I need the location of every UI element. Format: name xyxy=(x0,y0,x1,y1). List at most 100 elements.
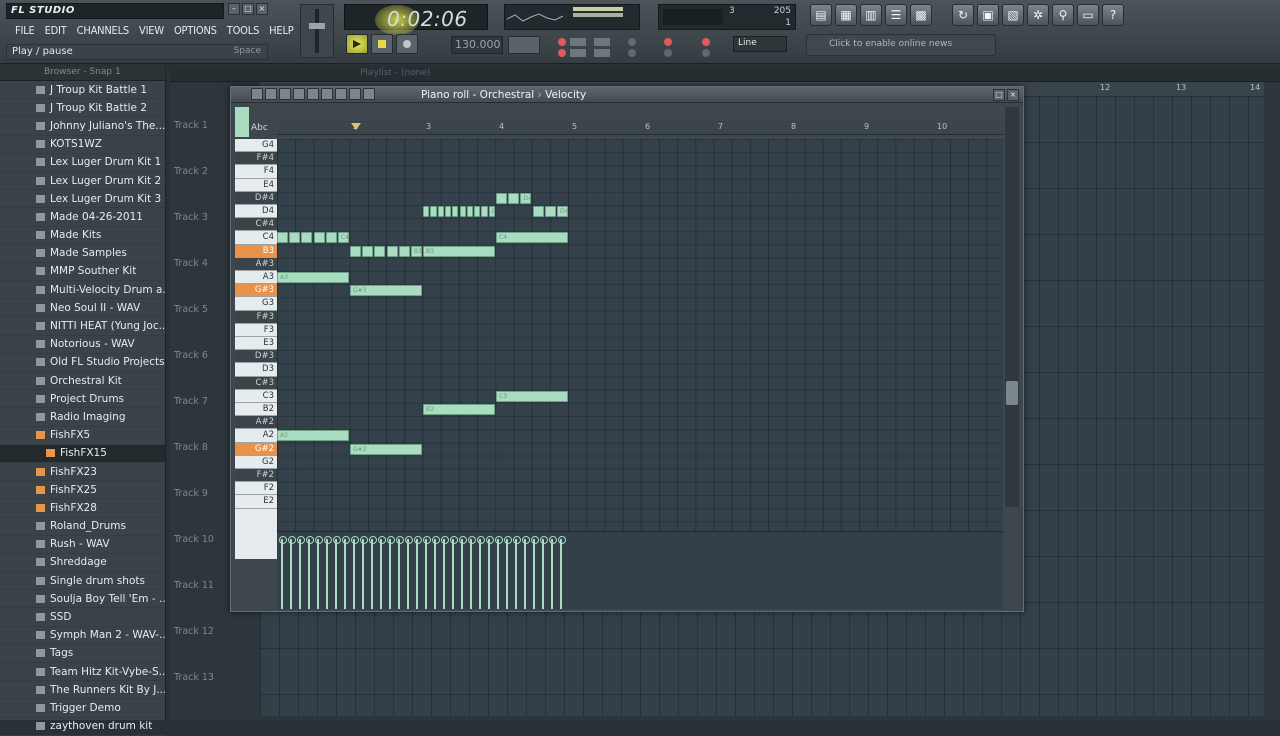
brush-tool-icon[interactable] xyxy=(265,88,277,100)
browser-item[interactable]: Multi-Velocity Drum a... xyxy=(0,281,165,300)
piano-key[interactable]: A#3 xyxy=(235,257,277,271)
note[interactable]: D4 xyxy=(556,206,568,217)
note[interactable] xyxy=(466,206,474,217)
note[interactable]: D#4 xyxy=(520,192,532,204)
browser-item[interactable]: Soulja Boy Tell 'Em - ... xyxy=(0,590,165,609)
browser-item[interactable]: KOTS1WZ xyxy=(0,136,165,154)
piano-key[interactable]: B3 xyxy=(235,244,277,258)
piano-key[interactable]: F#3 xyxy=(235,310,277,324)
note[interactable]: A3 xyxy=(277,272,349,283)
velocity-bar[interactable] xyxy=(531,536,539,609)
search-icon[interactable]: ⚲ xyxy=(1052,4,1074,26)
velocity-bar[interactable] xyxy=(540,536,548,609)
track-label[interactable]: Track 7 xyxy=(174,396,208,407)
track-label[interactable]: Track 3 xyxy=(174,212,208,223)
browser-item[interactable]: Radio Imaging xyxy=(0,408,165,427)
mute-tool-icon[interactable] xyxy=(293,88,305,100)
browser-item[interactable]: FishFX23 xyxy=(0,463,165,482)
browser-item[interactable]: Old FL Studio Projects xyxy=(0,354,165,372)
key-label-toggle[interactable]: Abc xyxy=(251,123,268,133)
piano-key[interactable]: C4 xyxy=(235,231,277,245)
browser-icon[interactable]: ☰ xyxy=(885,4,907,26)
note[interactable] xyxy=(386,245,398,257)
piano-key[interactable]: D3 xyxy=(235,363,277,377)
note[interactable]: C3 xyxy=(496,390,568,402)
note[interactable]: C4 xyxy=(337,232,349,244)
browser-item[interactable]: NITTI HEAT (Yung Joc... xyxy=(0,317,165,336)
minimize-button[interactable]: – xyxy=(228,3,240,15)
velocity-bar[interactable] xyxy=(306,536,314,609)
note[interactable]: D4 xyxy=(488,206,495,217)
piano-key[interactable]: D#3 xyxy=(235,350,277,364)
velocity-bar[interactable] xyxy=(468,536,476,609)
piano-key[interactable]: G4 xyxy=(235,139,277,153)
browser-item[interactable]: Lex Luger Drum Kit 3 xyxy=(0,190,165,209)
note[interactable] xyxy=(532,206,544,217)
piano-key[interactable]: F2 xyxy=(235,482,277,496)
velocity-bar[interactable] xyxy=(324,536,332,609)
piano-roll-ruler[interactable]: 2 3 4 5 6 7 8 9 10 xyxy=(277,121,1003,135)
note[interactable] xyxy=(350,245,362,257)
velocity-bar[interactable] xyxy=(279,536,287,609)
menu-channels[interactable]: CHANNELS xyxy=(72,24,134,40)
track-label[interactable]: Track 1 xyxy=(174,120,208,131)
note[interactable] xyxy=(423,206,430,217)
piano-key[interactable]: A2 xyxy=(235,429,277,443)
piano-key[interactable]: B2 xyxy=(235,403,277,417)
menu-tools[interactable]: TOOLS xyxy=(222,24,264,40)
piano-key[interactable]: C#3 xyxy=(235,376,277,390)
velocity-bar[interactable] xyxy=(297,536,305,609)
note[interactable]: B2 xyxy=(423,404,495,415)
velocity-bar[interactable] xyxy=(387,536,395,609)
note[interactable] xyxy=(313,232,325,244)
delete-tool-icon[interactable] xyxy=(279,88,291,100)
stop-button[interactable] xyxy=(371,34,393,54)
playback-tool-icon[interactable] xyxy=(349,88,361,100)
velocity-bar[interactable] xyxy=(522,536,530,609)
save-icon[interactable]: ▣ xyxy=(977,4,999,26)
tempo-display[interactable]: 130.000 xyxy=(451,36,503,54)
scroll-thumb[interactable] xyxy=(1006,381,1018,405)
piano-key[interactable]: E3 xyxy=(235,337,277,351)
browser-item[interactable]: Team Hitz Kit-Vybe-S... xyxy=(0,663,165,682)
time-display[interactable]: 0:02:06 xyxy=(344,4,488,35)
pattern-selector[interactable] xyxy=(508,36,540,54)
browser-item[interactable]: Made Kits xyxy=(0,227,165,245)
velocity-bar[interactable] xyxy=(441,536,449,609)
note[interactable]: B3 xyxy=(410,245,422,257)
browser-item[interactable]: Project Drums xyxy=(0,390,165,409)
piano-key[interactable]: E4 xyxy=(235,179,277,192)
velocity-bar[interactable] xyxy=(333,536,341,609)
browser-item[interactable]: Symph Man 2 - WAV-... xyxy=(0,627,165,645)
note[interactable] xyxy=(301,232,313,244)
menu-help[interactable]: HELP xyxy=(264,24,298,40)
piano-key[interactable]: G3 xyxy=(235,297,277,311)
velocity-bar[interactable] xyxy=(459,536,467,609)
close-button[interactable]: × xyxy=(256,3,268,15)
piano-roll-instrument[interactable]: Piano roll - Orchestral xyxy=(421,89,534,101)
menu-options[interactable]: OPTIONS xyxy=(169,24,222,40)
settings-icon[interactable]: ✲ xyxy=(1027,4,1049,26)
browser-item[interactable]: Orchestral Kit xyxy=(0,372,165,391)
velocity-bar[interactable] xyxy=(486,536,494,609)
vertical-scrollbar[interactable] xyxy=(1005,107,1019,507)
piano-key[interactable]: G#3 xyxy=(235,284,277,298)
track-label[interactable]: Track 6 xyxy=(174,350,208,361)
velocity-bar[interactable] xyxy=(360,536,368,609)
piano-key[interactable]: D#4 xyxy=(235,191,277,205)
note[interactable] xyxy=(481,206,488,217)
note[interactable] xyxy=(452,206,459,217)
slice-tool-icon[interactable] xyxy=(307,88,319,100)
velocity-bar[interactable] xyxy=(432,536,440,609)
piano-key[interactable]: F3 xyxy=(235,324,277,337)
zoom-tool-icon[interactable] xyxy=(335,88,347,100)
piano-keyboard[interactable]: G4 F#4 F4 E4 D#4 D4 C#4 C4 B3 A#3 A3 G#3 G3 F#3 F3 E3 D#… xyxy=(235,139,277,559)
snap-select[interactable]: Line xyxy=(733,36,787,52)
track-label[interactable]: Track 5 xyxy=(174,304,208,315)
piano-key[interactable]: G2 xyxy=(235,456,277,469)
velocity-bar[interactable] xyxy=(414,536,422,609)
piano-key[interactable]: C3 xyxy=(235,390,277,403)
velocity-bar[interactable] xyxy=(342,536,350,609)
note[interactable]: G#2 xyxy=(350,443,422,455)
piano-key[interactable]: A#2 xyxy=(235,416,277,430)
